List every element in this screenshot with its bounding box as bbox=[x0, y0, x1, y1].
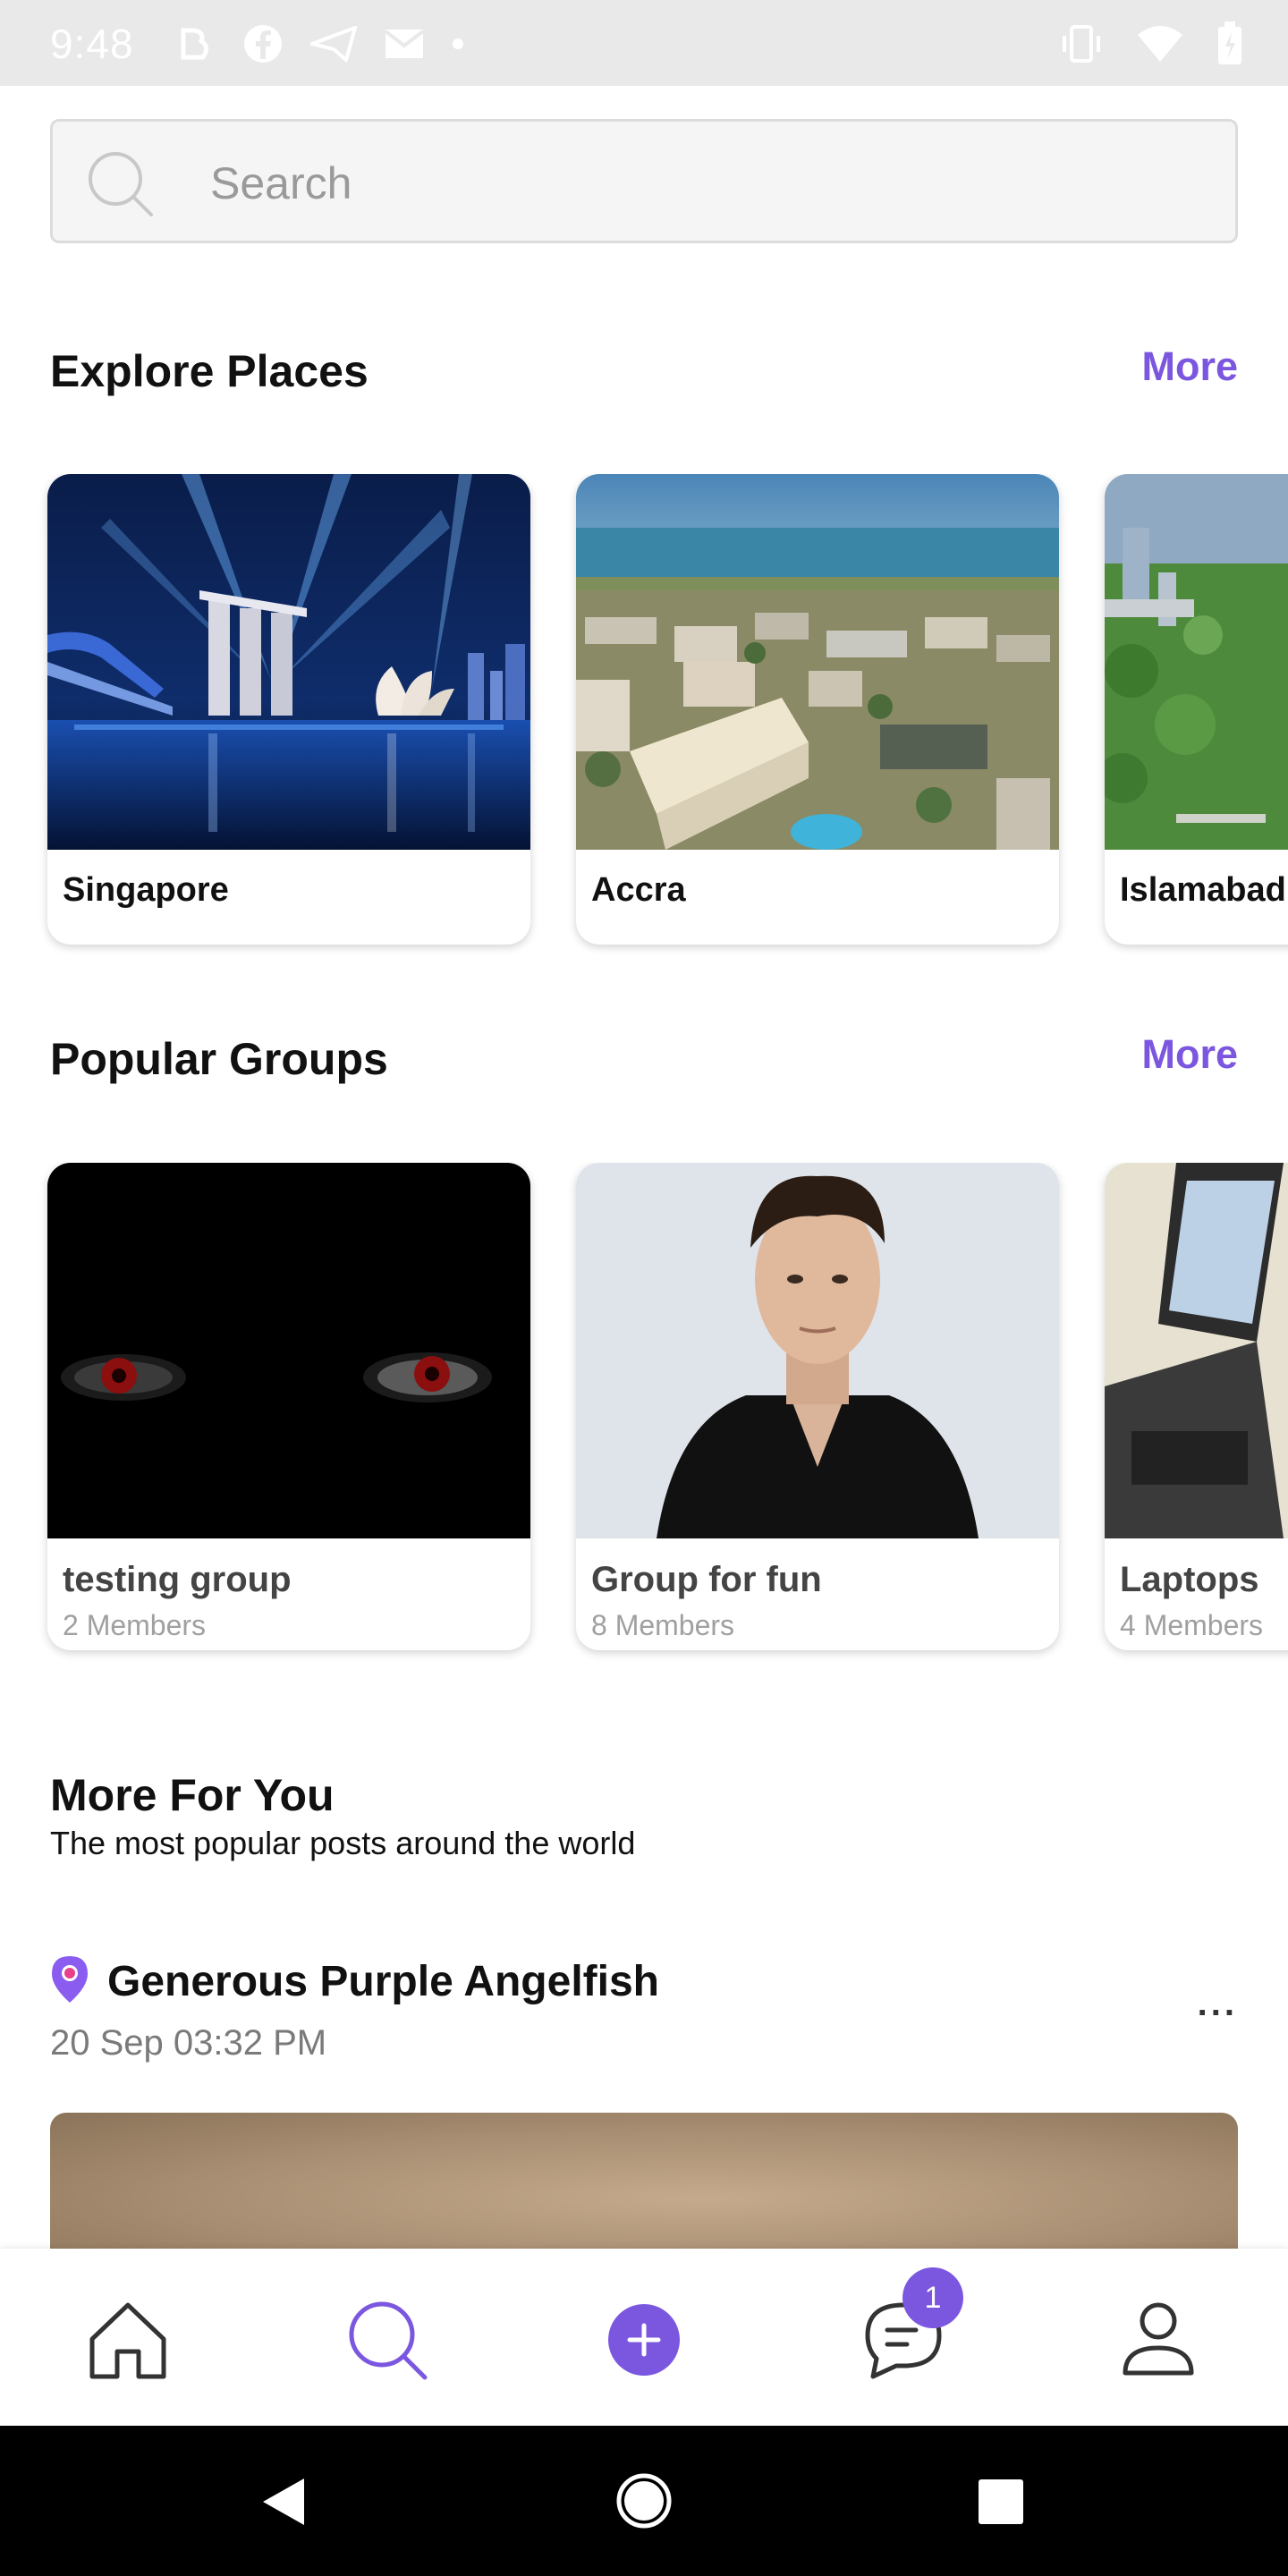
place-card[interactable]: Accra bbox=[576, 474, 1059, 945]
laptops-image bbox=[1105, 1163, 1288, 1538]
search-placeholder: Search bbox=[210, 158, 352, 208]
vibrate-icon bbox=[1063, 25, 1100, 63]
app-notification-icon bbox=[181, 28, 208, 60]
send-icon bbox=[310, 26, 357, 62]
place-name: Singapore bbox=[63, 871, 229, 909]
notification-icons bbox=[174, 23, 464, 64]
search-bar[interactable]: Search bbox=[50, 119, 1238, 243]
post-author[interactable]: Generous Purple Angelfish bbox=[107, 1957, 659, 2006]
post-menu-button[interactable]: ... bbox=[1198, 1984, 1238, 2024]
place-name: Islamabad bbox=[1120, 871, 1286, 909]
group-for-fun-image bbox=[576, 1163, 1059, 1538]
place-card[interactable]: Singapore bbox=[47, 474, 530, 945]
android-nav-bar bbox=[0, 2426, 1288, 2576]
add-icon bbox=[608, 2304, 680, 2376]
status-bar: 9:48 bbox=[0, 0, 1288, 86]
group-members: 8 Members bbox=[591, 1609, 735, 1641]
explore-more-link[interactable]: More bbox=[1141, 343, 1238, 390]
group-members: 2 Members bbox=[63, 1609, 207, 1641]
dot-icon bbox=[453, 38, 463, 49]
singapore-image bbox=[47, 474, 530, 850]
mail-icon bbox=[384, 30, 425, 58]
chat-badge: 1 bbox=[902, 2267, 963, 2328]
more-for-you-subtitle: The most popular posts around the world bbox=[50, 1825, 636, 1861]
testing-group-image bbox=[47, 1163, 530, 1538]
group-card[interactable]: testing group 2 Members bbox=[47, 1163, 530, 1650]
bottom-nav bbox=[0, 2249, 1288, 2426]
group-name: Laptops bbox=[1120, 1560, 1259, 1599]
explore-places-title: Explore Places bbox=[50, 346, 369, 396]
facebook-icon bbox=[244, 25, 282, 63]
status-time: 9:48 bbox=[50, 21, 134, 67]
accra-image bbox=[576, 474, 1059, 850]
places-carousel[interactable]: Singapore Accra Islamabad bbox=[0, 474, 1288, 957]
nav-home[interactable] bbox=[83, 2295, 173, 2385]
islamabad-image bbox=[1105, 474, 1288, 850]
group-name: Group for fun bbox=[591, 1560, 822, 1599]
system-icons bbox=[1059, 21, 1243, 66]
group-members: 4 Members bbox=[1120, 1609, 1264, 1641]
groups-more-link[interactable]: More bbox=[1141, 1031, 1238, 1078]
group-card[interactable]: Laptops 4 Members bbox=[1105, 1163, 1288, 1650]
nav-search[interactable] bbox=[343, 2295, 432, 2385]
battery-icon bbox=[1218, 21, 1241, 64]
nav-add[interactable] bbox=[599, 2295, 689, 2385]
home-icon bbox=[89, 2302, 166, 2379]
search-icon bbox=[349, 2301, 428, 2380]
place-card[interactable]: Islamabad bbox=[1105, 474, 1288, 945]
home-nav-icon[interactable] bbox=[615, 2472, 673, 2529]
groups-carousel[interactable]: testing group 2 Members Group for fun 8 … bbox=[0, 1163, 1288, 1690]
wifi-icon bbox=[1138, 26, 1182, 62]
post-image[interactable] bbox=[50, 2113, 1238, 2256]
profile-icon bbox=[1123, 2302, 1194, 2376]
popular-groups-title: Popular Groups bbox=[50, 1034, 388, 1084]
group-card[interactable]: Group for fun 8 Members bbox=[576, 1163, 1059, 1650]
search-icon bbox=[89, 152, 153, 216]
place-name: Accra bbox=[591, 871, 686, 909]
location-pin-icon bbox=[52, 1956, 88, 2003]
recents-icon[interactable] bbox=[977, 2478, 1025, 2526]
back-icon[interactable] bbox=[259, 2475, 308, 2529]
nav-profile[interactable] bbox=[1114, 2295, 1203, 2385]
group-name: testing group bbox=[63, 1560, 292, 1599]
post-date: 20 Sep 03:32 PM bbox=[50, 2023, 327, 2063]
more-for-you-title: More For You bbox=[50, 1770, 335, 1820]
